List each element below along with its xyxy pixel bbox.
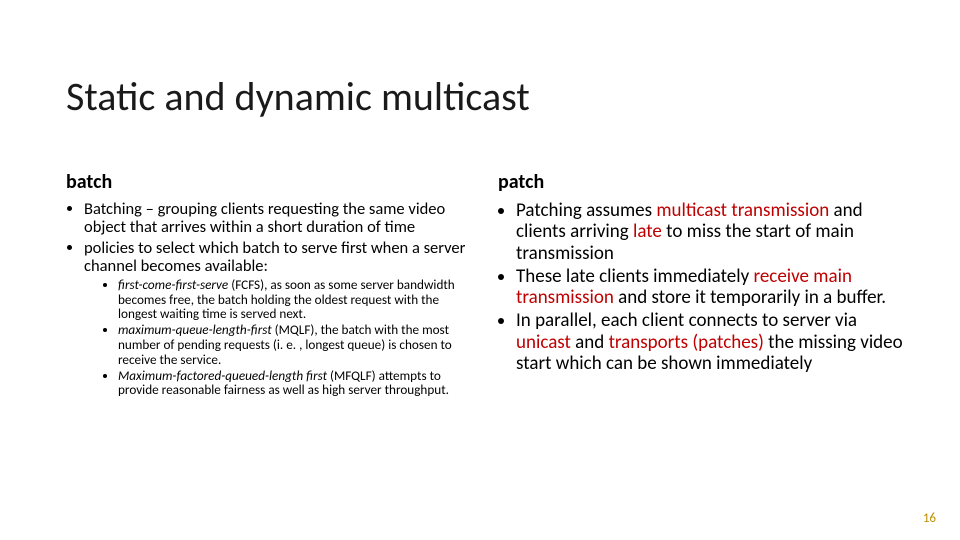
left-sublist: first-come-first-serve (FCFS), as soon a… [84, 278, 474, 398]
left-item-2: policies to select which batch to serve … [84, 239, 474, 398]
left-item-1: Batching – grouping clients requesting t… [84, 200, 474, 237]
right-item-1: Patching assumes multicast transmission … [516, 200, 906, 264]
r1-late: late [633, 220, 662, 243]
r3-transports: transports (patches) [609, 331, 764, 354]
r2-b: and store it temporarily in a buffer. [614, 286, 886, 309]
right-item-2: These late clients immediately receive m… [516, 266, 906, 309]
r3-unicast: unicast [516, 331, 571, 354]
slide-title: Static and dynamic multicast [66, 72, 530, 121]
page-number: 16 [923, 511, 936, 526]
right-column: patch Patching assumes multicast transmi… [498, 170, 906, 400]
right-heading: patch [498, 170, 906, 194]
content-columns: batch Batching – grouping clients reques… [66, 170, 906, 400]
r2-a: These late clients immediately [516, 265, 753, 288]
left-item-2-text: policies to select which batch to serve … [84, 238, 465, 276]
right-item-3: In parallel, each client connects to ser… [516, 310, 906, 374]
r1-a: Patching assumes [516, 199, 656, 222]
r1-multicast: multicast transmission [656, 199, 829, 222]
left-sub-1: first-come-first-serve (FCFS), as soon a… [118, 278, 474, 322]
left-sub-3: Maximum-factored-queued-length first (MF… [118, 369, 474, 399]
left-column: batch Batching – grouping clients reques… [66, 170, 474, 400]
r3-a: In parallel, each client connects to ser… [516, 309, 857, 332]
slide: Static and dynamic multicast batch Batch… [0, 0, 960, 540]
r3-b: and [571, 331, 609, 354]
left-sub-2: maximum-queue-length-first (MQLF), the b… [118, 323, 474, 367]
left-heading: batch [66, 170, 474, 194]
left-list: Batching – grouping clients requesting t… [66, 200, 474, 398]
right-list: Patching assumes multicast transmission … [498, 200, 906, 374]
